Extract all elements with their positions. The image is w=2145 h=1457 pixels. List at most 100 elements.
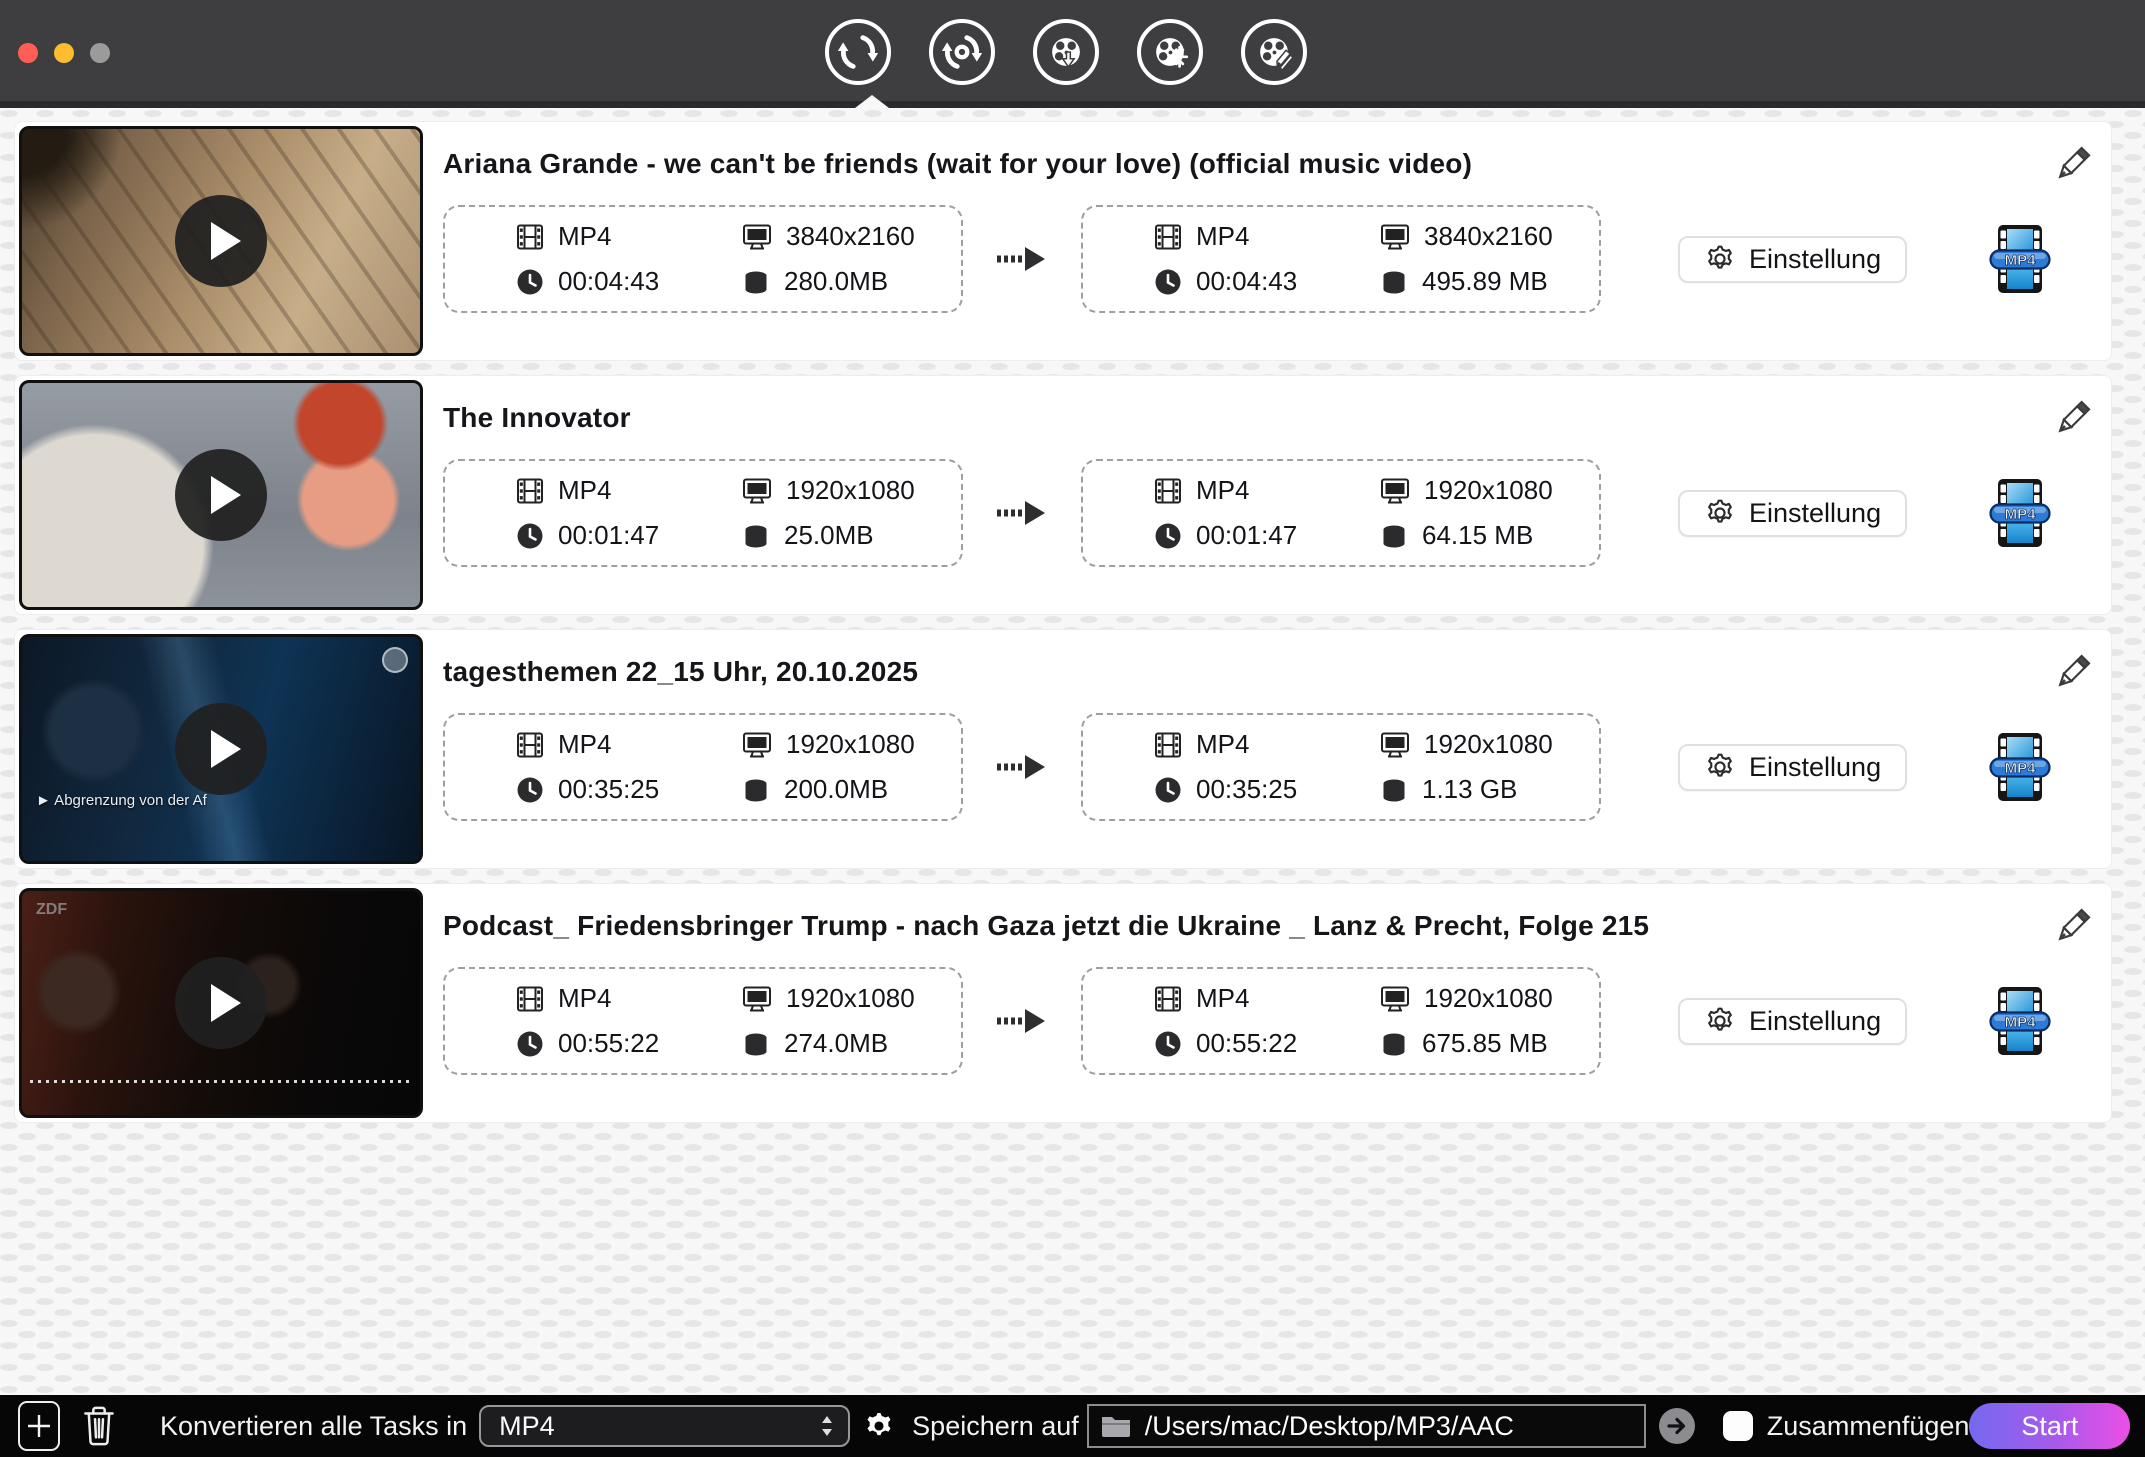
badge-label: MP4 <box>2005 506 2037 523</box>
monitor-icon <box>1381 986 1409 1011</box>
edit-pencil-icon[interactable] <box>2051 398 2093 440</box>
clock-icon <box>1155 523 1181 548</box>
save-to-label: Speichern auf <box>912 1410 1079 1441</box>
channel-badge <box>382 647 408 673</box>
clock-icon <box>517 777 543 802</box>
zoom-button[interactable] <box>90 43 110 63</box>
play-button[interactable] <box>175 957 267 1049</box>
video-converter-window: Ariana Grande - we can't be friends (wai… <box>0 0 2145 1457</box>
minimize-button[interactable] <box>54 43 74 63</box>
settings-button[interactable]: Einstellung <box>1678 743 1908 791</box>
storage-icon <box>743 269 769 296</box>
settings-button[interactable]: Einstellung <box>1678 235 1908 283</box>
open-folder-arrow-button[interactable] <box>1658 1407 1696 1445</box>
film-icon <box>517 478 543 503</box>
convert-tab-icon[interactable] <box>825 19 891 85</box>
active-tab-notch <box>855 95 889 108</box>
output-format-badge[interactable]: MP4 <box>1989 986 2051 1056</box>
video-edit-tab-icon[interactable] <box>1241 19 1307 85</box>
film-reel-download-icon <box>1052 38 1080 69</box>
storage-icon <box>743 523 769 550</box>
film-icon <box>517 732 543 757</box>
output-path-input[interactable]: /Users/mac/Desktop/MP3/AAC <box>1086 1404 1646 1448</box>
clock-icon <box>517 269 543 294</box>
gear-icon <box>1708 499 1732 523</box>
source-duration: 00:35:25 <box>558 774 660 804</box>
video-title: Podcast_ Friedensbringer Trump - nach Ga… <box>443 910 1650 941</box>
target-resolution: 1920x1080 <box>1424 729 1553 759</box>
transcode-settings-tab-icon[interactable] <box>929 19 995 85</box>
output-path-value: /Users/mac/Desktop/MP3/AAC <box>1144 1410 1514 1441</box>
start-button[interactable]: Start <box>1969 1403 2131 1449</box>
output-settings-gear-icon[interactable] <box>862 1409 896 1443</box>
plus-icon <box>28 1415 50 1437</box>
play-button[interactable] <box>175 195 267 287</box>
monitor-icon <box>743 224 771 249</box>
channel-watermark: ZDF <box>36 901 68 918</box>
video-compress-tab-icon[interactable] <box>1137 19 1203 85</box>
target-duration: 00:55:22 <box>1196 1028 1298 1058</box>
target-format: MP4 <box>1196 983 1250 1013</box>
source-duration: 00:04:43 <box>558 266 660 296</box>
source-duration: 00:01:47 <box>558 520 660 550</box>
convert-arrow-icon <box>963 1006 1081 1036</box>
monitor-icon <box>1381 224 1409 249</box>
format-select-value: MP4 <box>499 1410 555 1441</box>
format-select[interactable]: MP4 <box>479 1405 851 1447</box>
close-button[interactable] <box>18 43 38 63</box>
source-spec-box: MP4 1920x1080 00:01:47 25.0MB <box>443 459 963 567</box>
badge-label: MP4 <box>2005 252 2037 269</box>
film-reel-edit-icon <box>1260 38 1292 69</box>
video-title: The Innovator <box>443 402 631 433</box>
video-thumbnail[interactable] <box>19 126 423 356</box>
source-size: 25.0MB <box>784 520 874 550</box>
refresh-arrows-icon <box>837 35 879 69</box>
settings-button[interactable]: Einstellung <box>1678 997 1908 1045</box>
source-duration: 00:55:22 <box>558 1028 660 1058</box>
task-row: ZDF Podcast_ Friedensbringer Trump - nac… <box>14 883 2112 1123</box>
video-download-tab-icon[interactable] <box>1033 19 1099 85</box>
target-size: 675.85 MB <box>1422 1028 1548 1058</box>
output-format-badge[interactable]: MP4 <box>1989 732 2051 802</box>
edit-pencil-icon[interactable] <box>2051 144 2093 186</box>
target-spec-box: MP4 3840x2160 00:04:43 495.89 MB <box>1081 205 1601 313</box>
film-icon <box>1155 732 1181 757</box>
source-resolution: 1920x1080 <box>786 475 915 505</box>
gear-icon <box>1708 753 1732 777</box>
video-thumbnail[interactable]: ► Abgrenzung von der Af <box>19 634 423 864</box>
delete-task-button[interactable] <box>82 1404 116 1448</box>
target-format: MP4 <box>1196 475 1250 505</box>
video-thumbnail[interactable]: ZDF <box>19 888 423 1118</box>
storage-icon <box>743 777 769 804</box>
source-format: MP4 <box>558 475 612 505</box>
storage-icon <box>743 1031 769 1058</box>
edit-pencil-icon[interactable] <box>2051 652 2093 694</box>
merge-label: Zusammenfügen <box>1766 1410 1970 1441</box>
edit-pencil-icon[interactable] <box>2051 906 2093 948</box>
clock-icon <box>517 1031 543 1056</box>
output-format-badge[interactable]: MP4 <box>1989 478 2051 548</box>
task-row: Ariana Grande - we can't be friends (wai… <box>14 121 2112 361</box>
play-button[interactable] <box>175 703 267 795</box>
film-icon <box>1155 986 1181 1011</box>
add-task-button[interactable] <box>18 1401 60 1451</box>
badge-label: MP4 <box>2005 760 2037 777</box>
target-resolution: 1920x1080 <box>1424 983 1553 1013</box>
source-spec-box: MP4 3840x2160 00:04:43 280.0MB <box>443 205 963 313</box>
merge-checkbox[interactable] <box>1722 1411 1753 1441</box>
storage-icon <box>1381 269 1407 296</box>
play-button[interactable] <box>175 449 267 541</box>
source-size: 274.0MB <box>784 1028 889 1058</box>
audio-waveform <box>30 1080 412 1083</box>
settings-label: Einstellung <box>1749 751 1882 782</box>
settings-label: Einstellung <box>1749 497 1882 528</box>
settings-button[interactable]: Einstellung <box>1678 489 1908 537</box>
video-thumbnail[interactable] <box>19 380 423 610</box>
target-format: MP4 <box>1196 221 1250 251</box>
target-size: 495.89 MB <box>1422 266 1548 296</box>
monitor-icon <box>1381 478 1409 503</box>
target-resolution: 3840x2160 <box>1424 221 1553 251</box>
storage-icon <box>1381 523 1407 550</box>
output-format-badge[interactable]: MP4 <box>1989 224 2051 294</box>
gear-icon <box>1708 245 1732 269</box>
